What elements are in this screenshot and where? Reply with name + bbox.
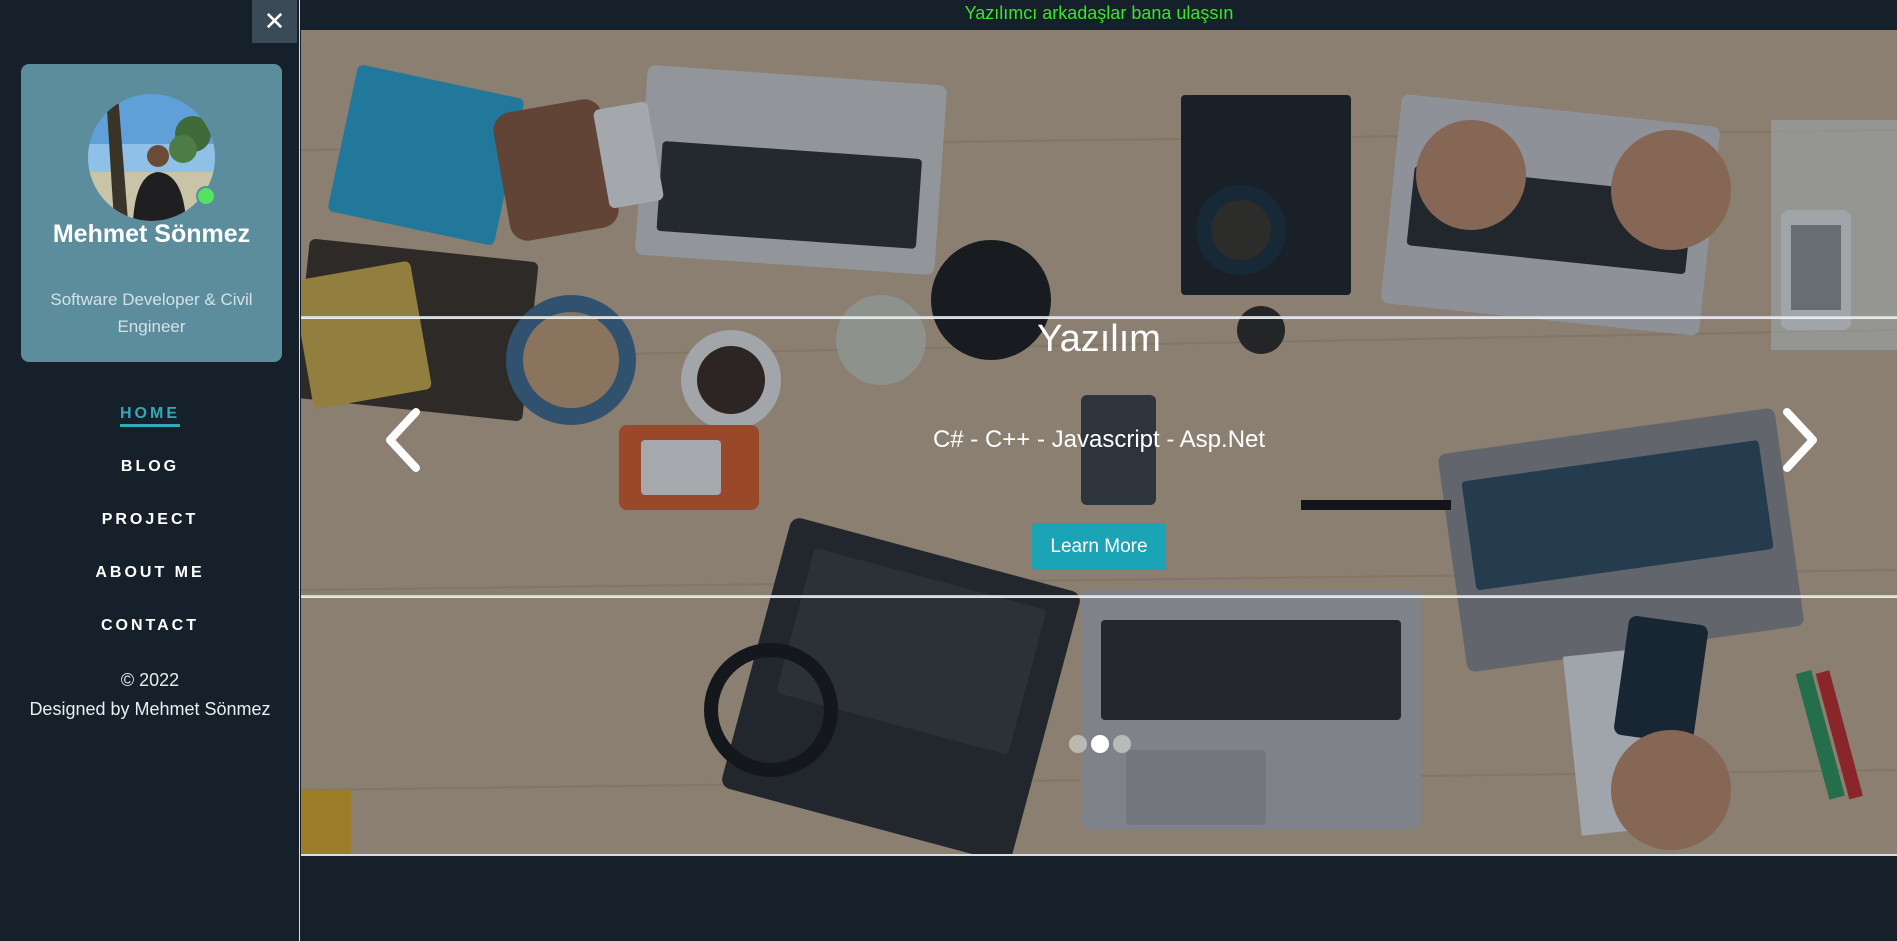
nav-item-about-me: ABOUT ME bbox=[0, 559, 300, 612]
carousel-indicator-3[interactable] bbox=[1113, 735, 1131, 753]
nav-link-blog[interactable]: BLOG bbox=[121, 458, 179, 477]
sidebar-footer: © 2022 Designed by Mehmet Sönmez bbox=[0, 666, 300, 724]
profile-card: Mehmet Sönmez Software Developer & Civil… bbox=[21, 64, 282, 362]
nav-item-contact: CONTACT bbox=[0, 612, 300, 665]
profile-role: Software Developer & Civil Engineer bbox=[50, 290, 253, 336]
carousel-indicators bbox=[1069, 735, 1131, 753]
close-sidebar-button[interactable]: ✕ bbox=[252, 0, 297, 43]
nav-item-home: HOME bbox=[0, 400, 300, 453]
chevron-left-icon bbox=[386, 408, 420, 472]
learn-more-button[interactable]: Learn More bbox=[1032, 523, 1166, 570]
main-nav: HOME BLOG PROJECT ABOUT ME CONTACT bbox=[0, 400, 300, 665]
nav-link-contact[interactable]: CONTACT bbox=[101, 617, 199, 636]
copyright-text: © 2022 bbox=[120, 670, 180, 690]
online-status-indicator bbox=[196, 186, 216, 206]
slide-subtitle: C# - C++ - Javascript - Asp.Net bbox=[932, 426, 1266, 453]
nav-item-project: PROJECT bbox=[0, 506, 300, 559]
profile-name: Mehmet Sönmez bbox=[52, 220, 251, 248]
caption-bottom-divider bbox=[301, 595, 1897, 598]
designer-credit: Designed by Mehmet Sönmez bbox=[29, 699, 271, 719]
carousel-next-button[interactable] bbox=[1767, 400, 1827, 480]
top-banner-message: Yazılımcı arkadaşlar bana ulaşsın bbox=[964, 3, 1234, 23]
nav-link-about-me[interactable]: ABOUT ME bbox=[95, 564, 204, 583]
nav-link-project[interactable]: PROJECT bbox=[102, 511, 199, 530]
hero-carousel: Yazılım C# - C++ - Javascript - Asp.Net … bbox=[301, 30, 1897, 856]
sidebar: ✕ Mehmet Sönmez Software Developer & Civ… bbox=[0, 0, 300, 941]
nav-link-home[interactable]: HOME bbox=[120, 405, 180, 427]
carousel-indicator-2[interactable] bbox=[1091, 735, 1109, 753]
avatar bbox=[88, 94, 215, 221]
nav-item-blog: BLOG bbox=[0, 453, 300, 506]
carousel-indicator-1[interactable] bbox=[1069, 735, 1087, 753]
top-banner: Yazılımcı arkadaşlar bana ulaşsın bbox=[301, 0, 1897, 30]
slide-title: Yazılım bbox=[1037, 318, 1161, 360]
close-icon: ✕ bbox=[263, 6, 286, 36]
carousel-prev-button[interactable] bbox=[376, 400, 436, 480]
chevron-right-icon bbox=[1783, 408, 1817, 472]
